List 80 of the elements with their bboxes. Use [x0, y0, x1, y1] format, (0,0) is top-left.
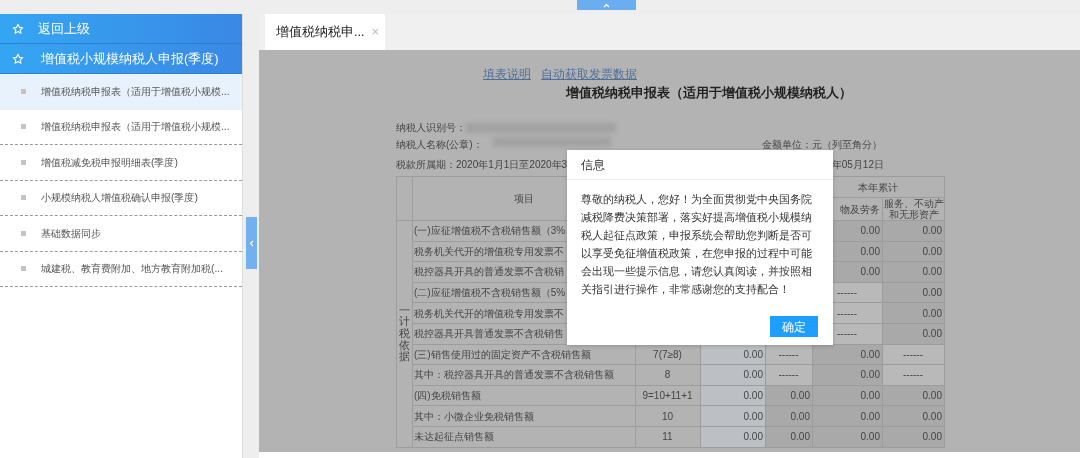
table-cell: 0.00 — [743, 348, 763, 360]
table-cell: 0.00 — [922, 225, 942, 237]
table-cell: 0.00 — [790, 390, 810, 402]
table-cell: ------ — [837, 307, 857, 319]
table-cell: ------ — [903, 348, 923, 360]
dialog-message: 尊敬的纳税人，您好！为全面贯彻党中央国务院减税降费决策部署，落实好提高增值税小规模纳税人起征点政策，申报系统会帮助您判断是否可以享受免征增值税政策，在您申报的过程中可能会出现一些提示信息，请您认真阅读，并按照相关指引进行操作，非常感谢您的支持配合！ — [581, 192, 813, 297]
table-cell: 0.00 — [922, 390, 942, 402]
sidebar-item[interactable]: 城建税、教育费附加、地方教育附加税(... — [0, 251, 242, 287]
table-cell: 0.00 — [922, 431, 942, 443]
bullet-icon — [21, 88, 26, 94]
table-cell: 0.00 — [860, 410, 880, 422]
star-icon — [12, 52, 24, 65]
bullet-icon — [21, 266, 26, 272]
sidebar-item[interactable]: 小规模纳税人增值税确认申报(季度) — [0, 180, 242, 216]
row-label: 其中：小微企业免税销售额 — [414, 410, 534, 422]
line-number: 8 — [664, 369, 671, 381]
table-cell: 0.00 — [860, 266, 880, 278]
tab[interactable]: 增值税纳税申... × — [265, 14, 385, 50]
table-cell: 0.00 — [860, 369, 880, 381]
row-label: (三)销售使用过的固定资产不含税销售额 — [414, 348, 591, 360]
table-cell: 0.00 — [922, 328, 942, 340]
chevron-up-icon — [603, 2, 610, 8]
line-number: 10 — [661, 410, 674, 422]
bullet-icon — [21, 124, 26, 130]
collapse-handle[interactable] — [577, 0, 636, 10]
row-label: (四)免税销售额 — [414, 390, 481, 402]
table-cell: 0.00 — [743, 390, 763, 402]
form-title: 增值税纳税申报表（适用于增值税小规模纳税人） — [564, 85, 853, 102]
column-header: 物及劳务 — [840, 203, 880, 215]
side-label: 一计税依据 — [399, 304, 410, 363]
table-cell: 0.00 — [743, 369, 763, 381]
chevron-left-icon — [249, 239, 254, 247]
star-icon — [12, 22, 24, 35]
bullet-icon — [21, 159, 26, 165]
line-number: 11 — [662, 431, 673, 443]
sidebar-item[interactable]: 基础数据同步 — [0, 216, 242, 252]
row-label: 税务机关代开的增值税专用发票不 — [414, 307, 564, 319]
period-text: 税款所属期：2020年1月1日至2020年3 — [396, 158, 568, 172]
table-cell: ------ — [903, 369, 923, 381]
column-header: 项目 — [513, 193, 534, 204]
table-cell: ------ — [778, 348, 799, 360]
table-cell: 0.00 — [790, 410, 810, 422]
table-cell: ------ — [837, 328, 857, 340]
field-label: 纳税人识别号： — [396, 121, 466, 135]
dialog-title: 信息 — [567, 150, 833, 180]
sidebar-item[interactable]: 增值税纳税申报表（适用于增值税小规模... — [0, 74, 242, 110]
column-group-header: 本年累计 — [858, 181, 898, 193]
table-cell: 0.00 — [743, 410, 763, 422]
column-header: 服务、不动产和无形资产 — [884, 198, 944, 220]
table-cell: 0.00 — [922, 266, 942, 278]
table-cell: ------ — [778, 369, 799, 381]
field-label: 纳税人名称(公章)： — [396, 138, 483, 152]
bullet-icon — [21, 195, 26, 201]
table-cell: 0.00 — [922, 410, 942, 422]
row-label: 税控器具开具的普通发票不含税销 — [414, 266, 564, 278]
table-cell: ------ — [837, 287, 857, 299]
table-cell: 0.00 — [922, 307, 942, 319]
sidebar-item[interactable]: 增值税减免税申报明细表(季度) — [0, 145, 242, 181]
table-cell: 0.00 — [790, 431, 810, 443]
row-label: (一)应征增值税不含税销售额（3% — [414, 225, 566, 237]
table-cell: 0.00 — [860, 225, 880, 237]
table-cell: 0.00 — [743, 431, 763, 443]
row-label: 未达起征点销售额 — [414, 431, 494, 443]
line-number: 7(7≥8) — [653, 348, 682, 360]
table-cell: 0.00 — [922, 245, 942, 257]
amount-unit: 金额单位：元（列至角分） — [762, 138, 883, 152]
bullet-icon — [21, 230, 26, 236]
sidebar-item[interactable]: 增值税纳税申报表（适用于增值税小规模... — [0, 109, 242, 145]
table-cell: 0.00 — [860, 348, 880, 360]
fill-date: 年05月12日 — [831, 158, 885, 172]
table-cell: 0.00 — [860, 245, 880, 257]
table-cell: 0.00 — [922, 287, 942, 299]
row-label: (二)应征增值税不含税销售额（5% — [414, 287, 566, 299]
table-cell: 0.00 — [860, 431, 880, 443]
row-label: 其中：税控器具开具的普通发票不含税销售额 — [414, 369, 614, 381]
line-number: 9=10+11+1 — [642, 390, 693, 402]
collapse-tab[interactable] — [246, 217, 257, 269]
row-label: 税务机关代开的增值税专用发票不 — [414, 245, 564, 257]
row-label: 税控器具开具普通发票不含税销售 — [414, 328, 564, 340]
table-cell: 0.00 — [860, 390, 880, 402]
